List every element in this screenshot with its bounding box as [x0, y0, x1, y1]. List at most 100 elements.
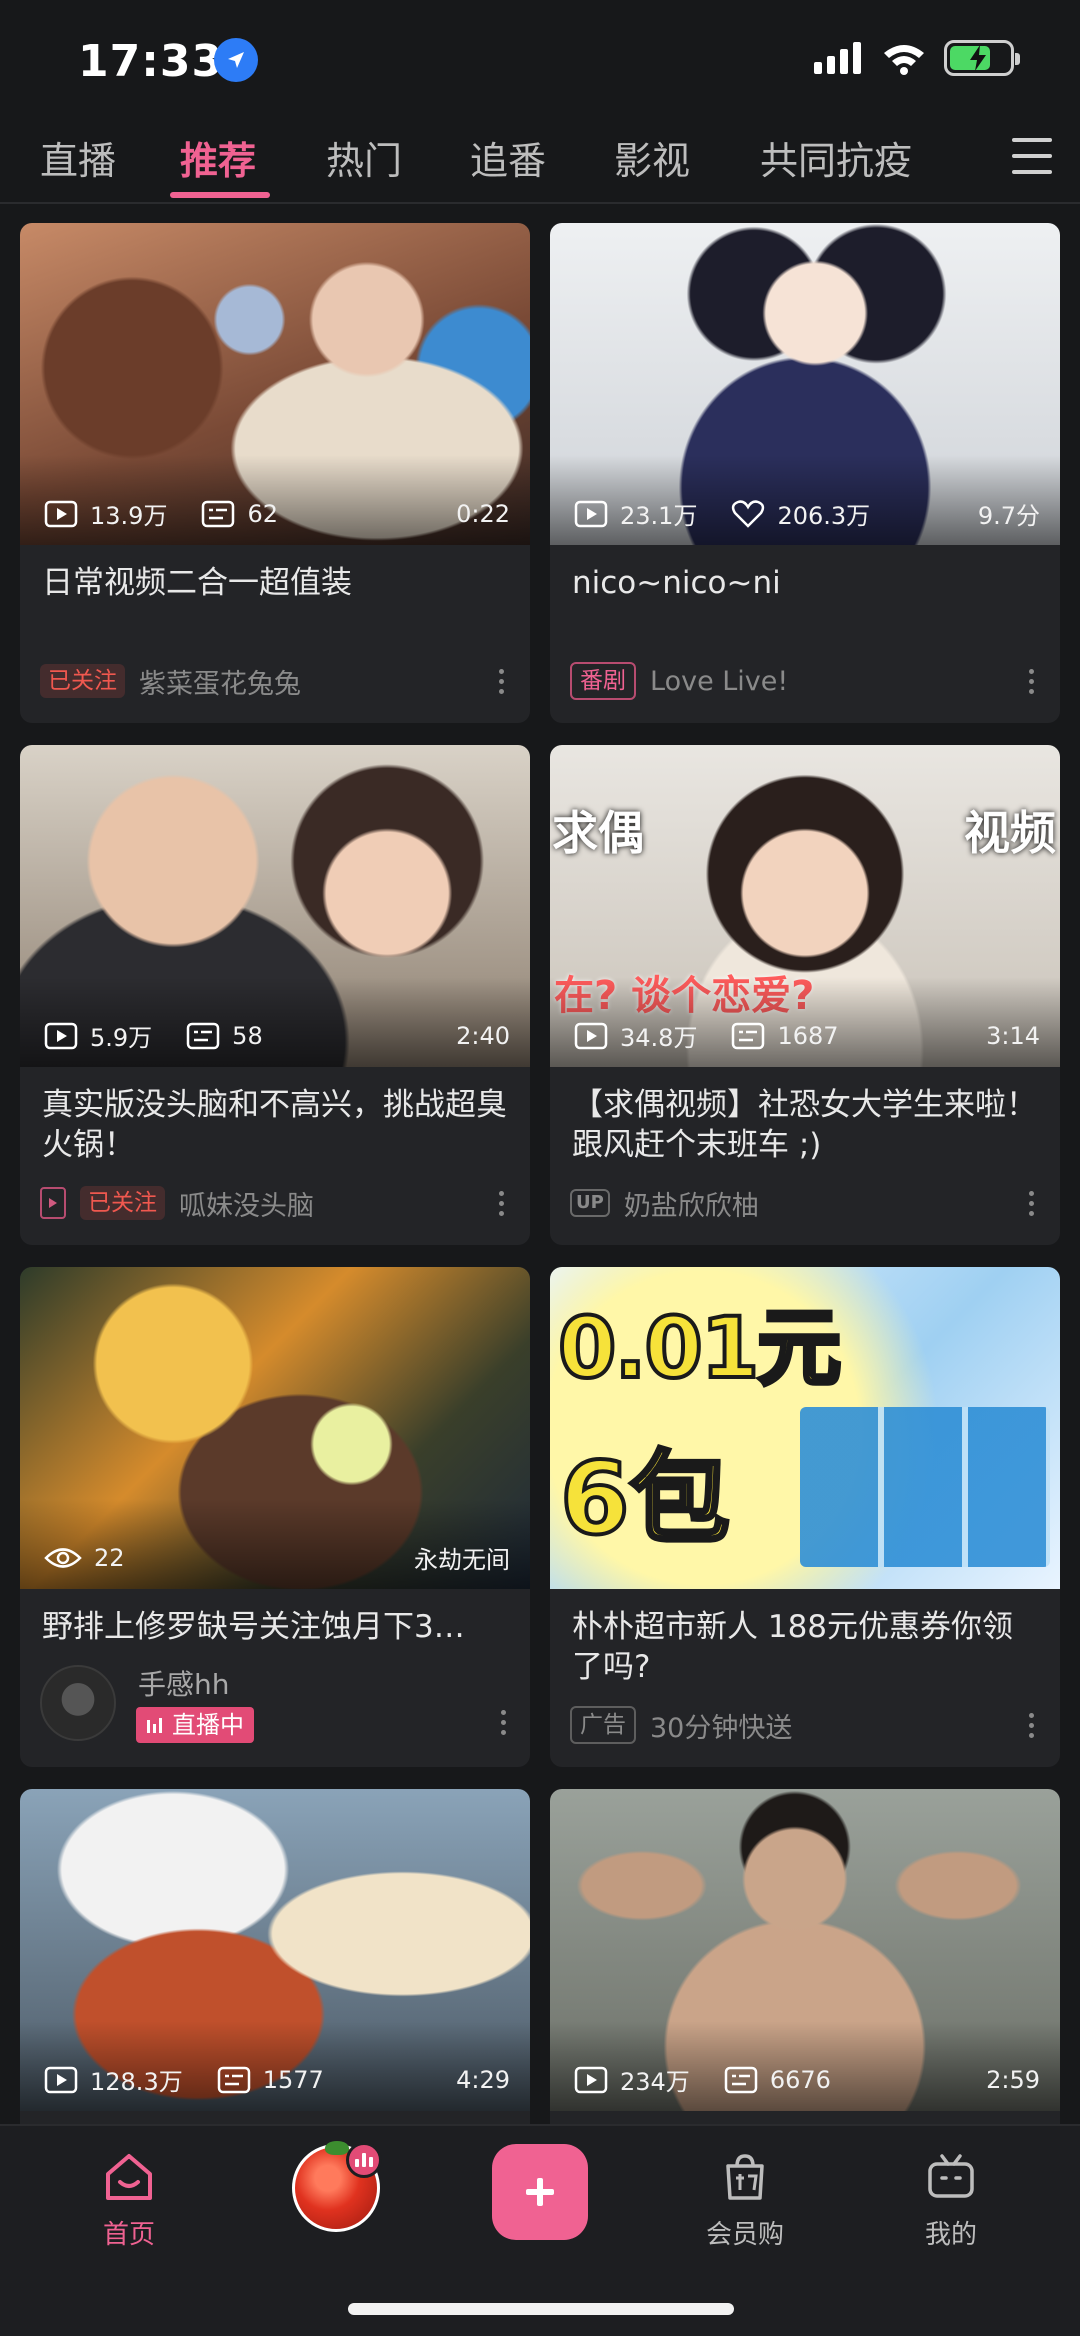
more-options-icon[interactable] [1023, 1709, 1040, 1742]
author-name[interactable]: 紫菜蛋花兔兔 [139, 662, 301, 701]
view-count: 13.9万 [90, 502, 168, 530]
more-options-icon[interactable] [495, 1706, 512, 1739]
more-options-icon[interactable] [493, 1187, 510, 1220]
play-count-icon [44, 500, 78, 528]
video-title[interactable]: 【求偶视频】社恐女大学生来啦！跟风赶个末班车 ;) [572, 1085, 1038, 1165]
danmaku-icon [186, 1022, 220, 1050]
tab-fight-epidemic[interactable]: 共同抗疫 [760, 130, 912, 185]
live-title[interactable]: 野排上修罗缺号关注蚀月下3… [42, 1607, 508, 1647]
more-options-icon[interactable] [493, 665, 510, 698]
shopping-bag-icon [680, 2146, 810, 2208]
watching-count: 22 [94, 1543, 125, 1572]
video-thumbnail[interactable]: 13.9万 62 0:22 [20, 223, 530, 545]
play-count-icon [574, 2066, 608, 2094]
location-icon [214, 38, 258, 82]
video-card[interactable]: 求偶 视频 在? 谈个恋爱? 34.8万 1687 3:14 【求偶视频】社恐女… [550, 745, 1060, 1245]
streamer-name[interactable]: 手感hh [138, 1663, 230, 1703]
nav-mine-label: 我的 [924, 2220, 977, 2250]
active-tab-indicator [170, 192, 270, 198]
play-count-icon [44, 1022, 78, 1050]
nav-vip-shop[interactable]: 会员购 [680, 2146, 810, 2251]
ad-headline: 0.01元 [556, 1297, 843, 1399]
nav-home[interactable]: 首页 [64, 2146, 194, 2251]
top-tabs: 直播 推荐 热门 追番 影视 共同抗疫 [0, 120, 1080, 204]
video-duration: 4:29 [456, 2065, 510, 2094]
like-count: 206.3万 [777, 502, 871, 530]
tab-movies[interactable]: 影视 [614, 130, 690, 185]
play-count-icon [44, 2066, 78, 2094]
video-thumbnail[interactable]: 234万 6676 2:59 [550, 1789, 1060, 2111]
video-title[interactable]: 真实版没头脑和不高兴，挑战超臭火锅！ [42, 1085, 508, 1165]
bangumi-tag: 番剧 [570, 662, 636, 700]
live-bars-icon [147, 1718, 162, 1733]
view-count: 23.1万 [620, 502, 698, 530]
video-thumbnail[interactable]: 5.9万 58 2:40 [20, 745, 530, 1067]
live-thumbnail[interactable]: 22 永劫无间 [20, 1267, 530, 1589]
video-duration: 2:59 [986, 2065, 1040, 2094]
tab-recommended[interactable]: 推荐 [180, 130, 256, 185]
more-options-icon[interactable] [1023, 665, 1040, 698]
view-count: 34.8万 [620, 1024, 698, 1052]
video-thumbnail[interactable]: 128.3万 1577 4:29 [20, 1789, 530, 2111]
tissue-packs-image [800, 1407, 1050, 1567]
advertiser-name[interactable]: 30分钟快送 [650, 1706, 792, 1745]
live-card[interactable]: 22 永劫无间 野排上修罗缺号关注蚀月下3… 手感hh 直播中 [20, 1267, 530, 1767]
up-tag: UP [570, 1189, 610, 1217]
tv-icon [886, 2146, 1016, 2208]
video-card[interactable]: 128.3万 1577 4:29 [20, 1789, 530, 2124]
video-duration: 0:22 [456, 499, 510, 528]
danmaku-icon [217, 2066, 251, 2094]
video-feed[interactable]: 13.9万 62 0:22 日常视频二合一超值装 已关注 紫菜蛋花兔兔 23.1… [0, 206, 1080, 2124]
ad-card[interactable]: 0.01元 6包 朴朴超市新人 188元优惠券你领了吗? 广告 30分钟快送 [550, 1267, 1060, 1767]
ad-headline: 6包 [558, 1438, 732, 1559]
eye-icon [44, 1545, 82, 1571]
view-count: 5.9万 [90, 1024, 153, 1052]
video-thumbnail[interactable]: 求偶 视频 在? 谈个恋爱? 34.8万 1687 3:14 [550, 745, 1060, 1067]
avatar[interactable] [40, 1665, 116, 1741]
video-duration: 3:14 [986, 1021, 1040, 1050]
publish-button[interactable] [492, 2144, 588, 2240]
danmaku-count: 62 [247, 499, 278, 528]
followed-tag: 已关注 [40, 664, 125, 698]
danmaku-count: 58 [232, 1021, 263, 1050]
view-count: 128.3万 [90, 2068, 183, 2096]
ad-thumbnail[interactable]: 0.01元 6包 [550, 1267, 1060, 1589]
more-options-icon[interactable] [1023, 1187, 1040, 1220]
nav-home-label: 首页 [102, 2220, 155, 2250]
video-title[interactable]: nico~nico~ni [572, 563, 1038, 603]
author-name[interactable]: 奶盐欣欣柚 [624, 1184, 759, 1223]
thumbnail-caption: 视频 [964, 806, 1056, 860]
plus-icon [526, 2178, 554, 2206]
video-thumbnail[interactable]: 23.1万 206.3万 9.7分 [550, 223, 1060, 545]
home-icon [64, 2146, 194, 2208]
author-name[interactable]: Love Live! [650, 666, 788, 697]
video-card[interactable]: 13.9万 62 0:22 日常视频二合一超值装 已关注 紫菜蛋花兔兔 [20, 223, 530, 723]
video-title[interactable]: 日常视频二合一超值装 [42, 563, 508, 603]
status-bar: 17:33 [0, 0, 1080, 120]
video-card[interactable]: 5.9万 58 2:40 真实版没头脑和不高兴，挑战超臭火锅！ 已关注 呱妹没头… [20, 745, 530, 1245]
author-name[interactable]: 呱妹没头脑 [179, 1184, 314, 1223]
menu-icon[interactable] [1012, 138, 1052, 174]
thumbnail-caption: 求偶 [552, 806, 644, 860]
battery-icon [944, 40, 1020, 76]
rating-score: 9.7分 [977, 502, 1040, 530]
live-badge: 直播中 [136, 1707, 254, 1743]
danmaku-count: 1687 [777, 1021, 839, 1050]
view-count: 234万 [620, 2068, 690, 2096]
tab-live[interactable]: 直播 [40, 130, 116, 185]
video-card[interactable]: 234万 6676 2:59 [550, 1789, 1060, 2124]
heart-icon [731, 499, 765, 529]
nav-vip-shop-label: 会员购 [705, 2220, 784, 2250]
ad-tag: 广告 [570, 1706, 636, 1744]
ad-title[interactable]: 朴朴超市新人 188元优惠券你领了吗? [572, 1607, 1038, 1687]
cellular-signal-icon [814, 42, 861, 74]
tab-anime[interactable]: 追番 [470, 130, 546, 185]
wifi-icon [884, 45, 924, 75]
tab-popular[interactable]: 热门 [326, 130, 402, 185]
status-time: 17:33 [78, 36, 224, 87]
nav-mine[interactable]: 我的 [886, 2146, 1016, 2251]
danmaku-icon [731, 1022, 765, 1050]
video-tag-icon [40, 1187, 66, 1219]
video-card[interactable]: 23.1万 206.3万 9.7分 nico~nico~ni 番剧 Love L… [550, 223, 1060, 723]
home-indicator[interactable] [348, 2303, 734, 2315]
